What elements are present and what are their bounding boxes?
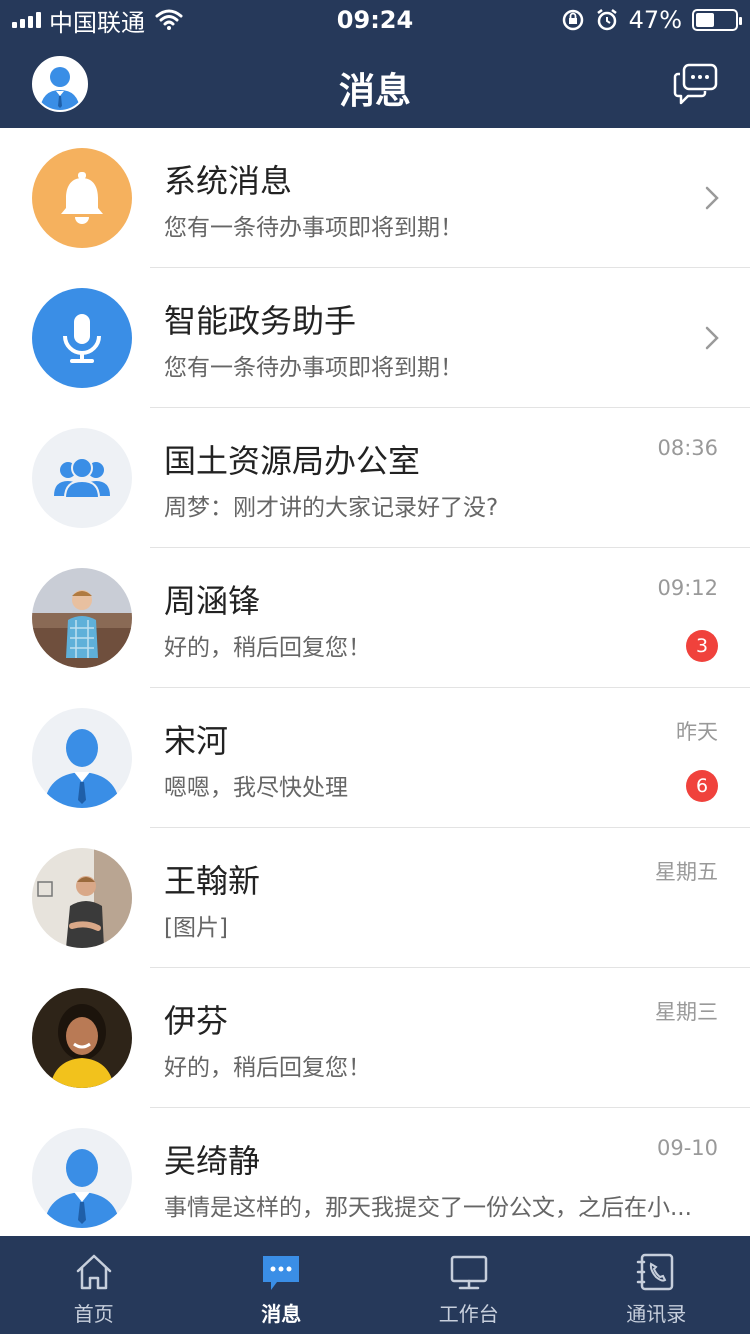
- tab-messages[interactable]: 消息: [188, 1236, 376, 1334]
- item-preview: 您有一条待办事项即将到期！: [164, 215, 463, 241]
- microphone-icon: [63, 314, 101, 363]
- list-item-group-chat[interactable]: 国土资源局办公室 周梦：刚才讲的大家记录好了没? 08:36: [0, 408, 750, 548]
- item-time: 09-10: [656, 1136, 718, 1160]
- chevron-right-icon: [705, 186, 719, 210]
- contact-avatar: [32, 708, 132, 808]
- unread-badge: 3: [686, 630, 718, 662]
- list-item-contact[interactable]: 伊芬 好的，稍后回复您！ 星期三: [0, 968, 750, 1108]
- item-title: 周涵锋: [164, 582, 261, 620]
- item-time: 昨天: [676, 720, 718, 744]
- list-item-contact[interactable]: 周涵锋 好的，稍后回复您！ 09:12 3: [0, 548, 750, 688]
- message-list: 系统消息 您有一条待办事项即将到期！ 智能政务助手 您有一条待办事项即将到期！: [0, 128, 750, 1236]
- status-bar: 中国联通 09:24 47%: [0, 0, 750, 40]
- chat-bubbles-icon: [673, 63, 718, 105]
- contact-photo: [32, 848, 132, 948]
- item-title: 宋河: [164, 722, 229, 760]
- contact-avatar: [32, 1128, 132, 1228]
- rotation-lock-icon: [562, 9, 583, 31]
- tab-label: 工作台: [438, 1302, 499, 1326]
- assistant-avatar: [32, 288, 132, 388]
- person-photo-icon: [32, 988, 132, 1088]
- contact-photo: [32, 988, 132, 1088]
- chevron-right-icon: [705, 326, 719, 350]
- list-item-system-message[interactable]: 系统消息 您有一条待办事项即将到期！: [0, 128, 750, 268]
- tab-label: 首页: [73, 1302, 114, 1326]
- item-time: 星期三: [655, 1000, 718, 1024]
- item-title: 智能政务助手: [164, 302, 357, 340]
- tab-bar: 首页 消息 工作台 通讯录: [0, 1236, 750, 1334]
- item-title: 王翰新: [164, 862, 261, 900]
- item-time: 08:36: [657, 436, 718, 460]
- home-icon: [76, 1254, 111, 1290]
- item-time: 星期五: [655, 860, 718, 884]
- item-title: 吴绮静: [164, 1142, 261, 1180]
- tab-home[interactable]: 首页: [0, 1236, 188, 1334]
- contact-photo: [32, 568, 132, 668]
- status-right: 47%: [561, 6, 742, 34]
- item-preview: 好的，稍后回复您！: [164, 635, 371, 661]
- group-icon: [54, 457, 110, 499]
- person-photo-icon: [32, 848, 132, 948]
- tab-contacts[interactable]: 通讯录: [563, 1236, 750, 1334]
- list-item-contact[interactable]: 王翰新 [图片] 星期五: [0, 828, 750, 968]
- nav-bar: 消息: [0, 40, 750, 128]
- monitor-icon: [450, 1255, 487, 1290]
- message-icon: [263, 1256, 300, 1290]
- contacts-icon: [637, 1253, 674, 1291]
- list-item-assistant[interactable]: 智能政务助手 您有一条待办事项即将到期！: [0, 268, 750, 408]
- page-title: 消息: [338, 71, 411, 112]
- default-user-icon: [44, 1149, 120, 1228]
- tab-label: 通讯录: [626, 1302, 687, 1326]
- person-photo-icon: [32, 568, 132, 668]
- tab-workbench[interactable]: 工作台: [375, 1236, 563, 1334]
- item-preview: 好的，稍后回复您！: [164, 1055, 371, 1081]
- battery-level: [696, 13, 714, 27]
- item-preview: 事情是这样的，那天我提交了一份公文，之后在小...: [164, 1195, 692, 1221]
- default-user-icon: [44, 729, 120, 808]
- item-preview: 嗯嗯，我尽快处理: [164, 775, 348, 801]
- alarm-icon: [596, 9, 617, 31]
- item-preview: 您有一条待办事项即将到期！: [164, 355, 463, 381]
- item-preview: 周梦：刚才讲的大家记录好了没?: [164, 495, 499, 521]
- group-avatar: [32, 428, 132, 528]
- system-avatar: [32, 148, 132, 248]
- unread-badge: 6: [686, 770, 718, 802]
- list-item-contact[interactable]: 吴绮静 事情是这样的，那天我提交了一份公文，之后在小... 09-10: [0, 1108, 750, 1236]
- battery-percent: 47%: [628, 6, 682, 34]
- tab-label: 消息: [261, 1302, 302, 1326]
- battery-icon: [692, 9, 742, 31]
- new-chat-button[interactable]: [672, 60, 720, 108]
- item-time: 09:12: [657, 576, 718, 600]
- bell-icon: [61, 172, 103, 224]
- item-preview: [图片]: [164, 915, 228, 941]
- item-title: 国土资源局办公室: [164, 442, 421, 480]
- item-title: 伊芬: [164, 1002, 229, 1040]
- item-title: 系统消息: [164, 162, 293, 200]
- list-item-contact[interactable]: 宋河 嗯嗯，我尽快处理 昨天 6: [0, 688, 750, 828]
